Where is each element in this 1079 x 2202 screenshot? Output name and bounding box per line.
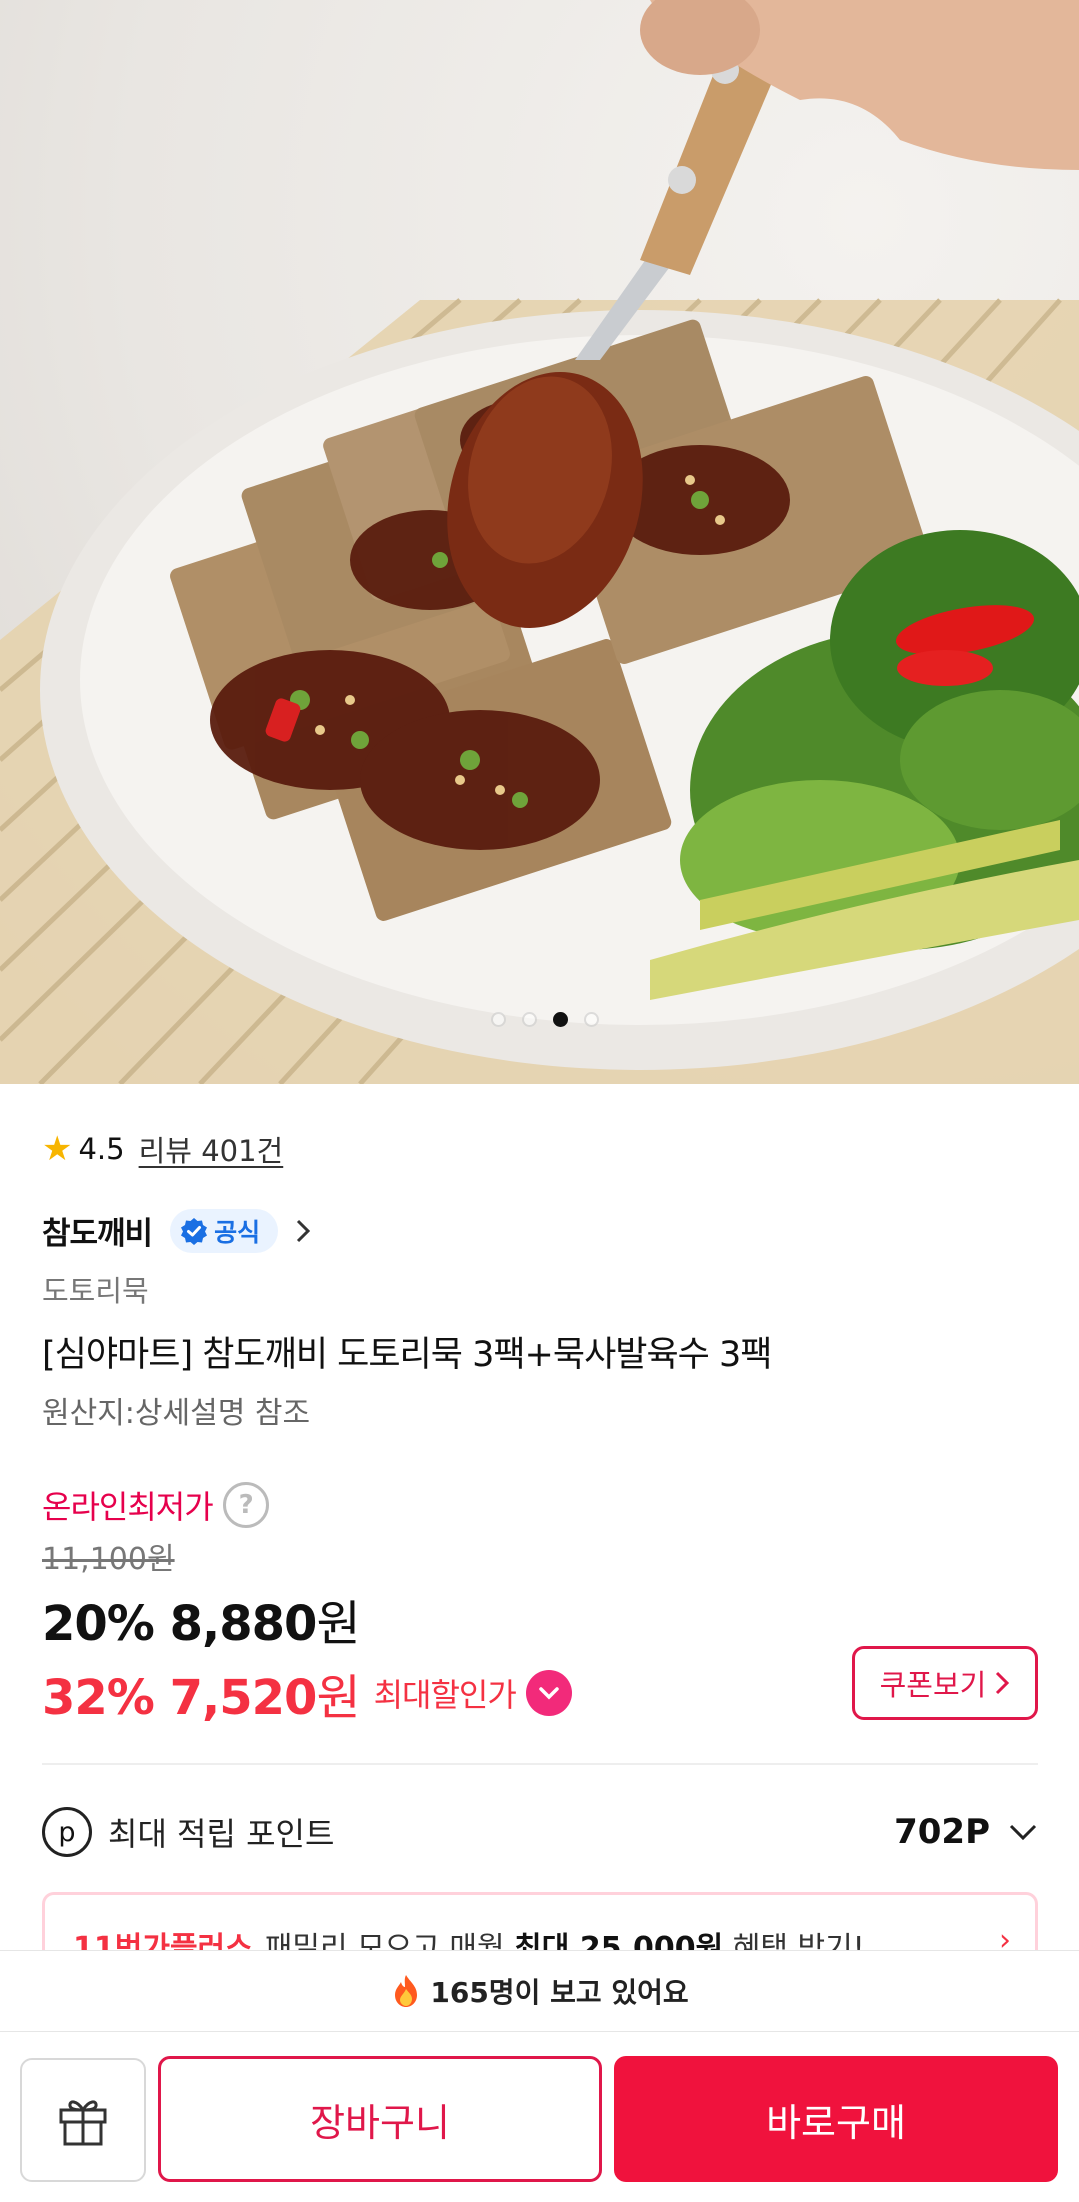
viewers-text: 165명이 보고 있어요 bbox=[430, 1976, 689, 2009]
bottom-action-bar: 장바구니 바로구매 bbox=[0, 2032, 1079, 2202]
max-discount-price: 32% 7,520원 bbox=[42, 1670, 361, 1726]
seller-row[interactable]: 참도깨비 공식 bbox=[42, 1208, 312, 1253]
discount-percent: 20% bbox=[42, 1596, 155, 1652]
verified-check-icon bbox=[181, 1217, 208, 1245]
product-image[interactable] bbox=[0, 0, 1079, 1084]
points-value: 702P bbox=[894, 1812, 990, 1852]
buy-now-button[interactable]: 바로구매 bbox=[614, 2056, 1058, 2182]
product-photo-illustration bbox=[0, 0, 1079, 1084]
gift-icon bbox=[59, 2100, 107, 2146]
official-badge: 공식 bbox=[170, 1208, 279, 1253]
product-title: [심야마트] 참도깨비 도토리묵 3팩+묵사발육수 3팩 bbox=[42, 1335, 772, 1375]
seller-name[interactable]: 참도깨비 bbox=[42, 1208, 153, 1253]
pagination-dot[interactable] bbox=[490, 1012, 506, 1027]
official-badge-label: 공식 bbox=[214, 1217, 261, 1247]
section-divider bbox=[42, 1763, 1038, 1765]
points-icon: p bbox=[42, 1807, 92, 1857]
points-row[interactable]: p 최대 적립 포인트 702P bbox=[42, 1802, 1038, 1862]
review-count-link[interactable]: 리뷰 401건 bbox=[139, 1128, 284, 1170]
add-to-cart-button[interactable]: 장바구니 bbox=[158, 2056, 602, 2182]
max-discount-expand-toggle[interactable] bbox=[525, 1670, 572, 1716]
discount-price: 8,880 bbox=[169, 1596, 318, 1652]
chevron-right-icon[interactable] bbox=[294, 1217, 312, 1245]
rating-score: 4.5 bbox=[78, 1132, 125, 1166]
chevron-down-icon bbox=[539, 1687, 559, 1700]
max-discount-row: 32% 7,520원 최대할인가 bbox=[42, 1658, 572, 1728]
lowest-price-label-row: 온라인최저가 ? bbox=[42, 1482, 269, 1528]
viewers-banner: 165명이 보고 있어요 bbox=[0, 1950, 1079, 2032]
fire-icon bbox=[395, 1975, 418, 2007]
pagination-dot[interactable] bbox=[583, 1012, 599, 1027]
star-icon: ★ bbox=[42, 1129, 73, 1169]
product-category[interactable]: 도토리묵 bbox=[42, 1268, 149, 1310]
lowest-price-label: 온라인최저가 bbox=[42, 1488, 214, 1526]
max-discount-label: 최대할인가 bbox=[373, 1676, 517, 1714]
gallery-pagination[interactable] bbox=[0, 1012, 1079, 1027]
coupon-view-button[interactable]: 쿠폰보기 bbox=[852, 1646, 1038, 1720]
gift-button[interactable] bbox=[20, 2058, 146, 2182]
pagination-dot[interactable] bbox=[521, 1012, 537, 1027]
rating-row: ★ 4.5 리뷰 401건 bbox=[42, 1128, 283, 1170]
help-icon[interactable]: ? bbox=[222, 1482, 269, 1528]
discount-price-row: 20% 8,880원 bbox=[42, 1596, 361, 1652]
points-label: 최대 적립 포인트 bbox=[108, 1815, 335, 1853]
chevron-down-icon[interactable] bbox=[1008, 1822, 1038, 1842]
chevron-right-icon bbox=[996, 1671, 1010, 1695]
pagination-dot-active[interactable] bbox=[552, 1012, 568, 1027]
original-price: 11,100원 bbox=[42, 1542, 175, 1577]
product-origin: 원산지:상세설명 참조 bbox=[42, 1396, 311, 1431]
